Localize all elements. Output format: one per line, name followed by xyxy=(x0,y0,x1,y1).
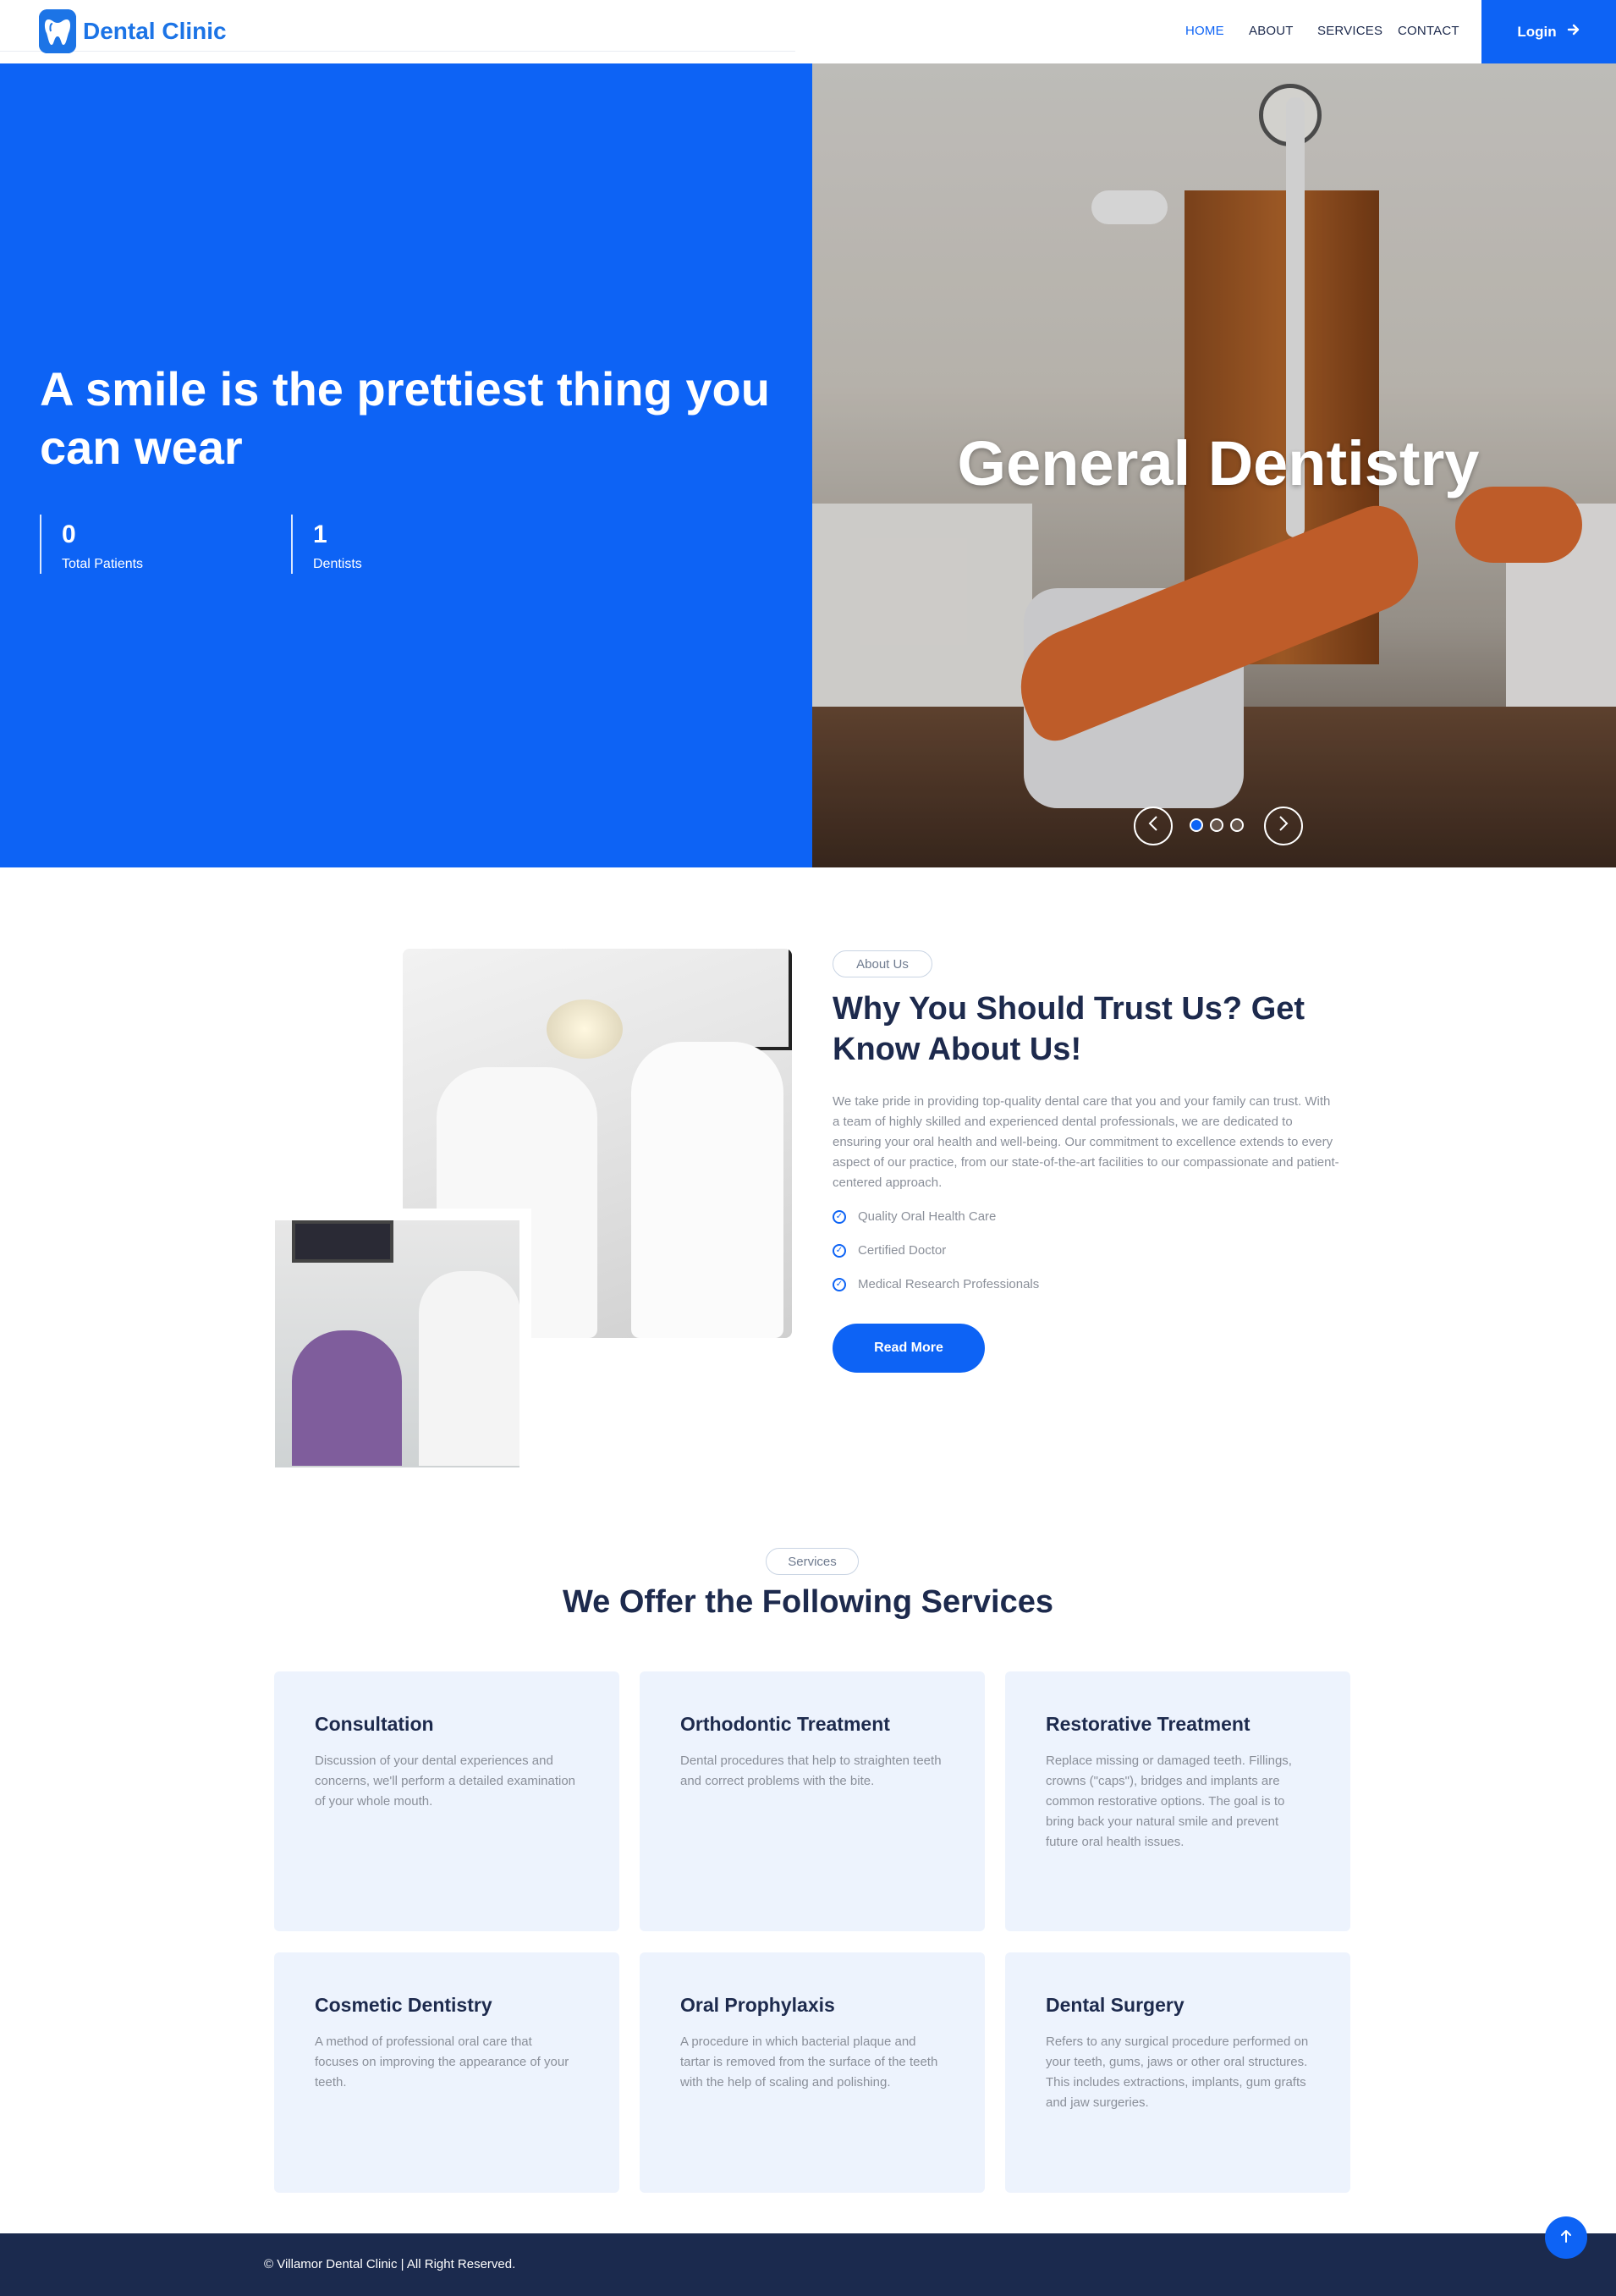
about-title: Why You Should Trust Us? Get Know About … xyxy=(833,991,1305,1067)
service-text: A method of professional oral care that … xyxy=(315,2034,569,2090)
tooth-icon xyxy=(39,9,76,53)
read-more-button[interactable]: Read More xyxy=(833,1324,985,1373)
stat-label: Dentists xyxy=(313,557,362,571)
footer: © Villamor Dental Clinic | All Right Res… xyxy=(0,2233,1616,2296)
service-title: Consultation xyxy=(315,1713,434,1735)
logo[interactable]: Dental Clinic xyxy=(39,9,227,53)
service-card[interactable]: Restorative Treatment Replace missing or… xyxy=(1005,1671,1350,1931)
services-tag: Services xyxy=(766,1548,859,1575)
service-card[interactable]: Orthodontic Treatment Dental procedures … xyxy=(640,1671,985,1931)
login-button[interactable]: Login xyxy=(1481,0,1616,63)
service-text: Discussion of your dental experiences an… xyxy=(315,1754,576,1809)
service-text: Refers to any surgical procedure perform… xyxy=(1046,2034,1309,2110)
stat-total-patients: 0 Total Patients xyxy=(40,515,143,574)
arrow-right-icon xyxy=(1567,23,1580,41)
stat-label: Total Patients xyxy=(62,557,144,571)
services-title: We Offer the Following Services xyxy=(563,1584,1053,1620)
carousel-prev-button[interactable] xyxy=(1134,807,1173,845)
carousel-next-button[interactable] xyxy=(1264,807,1303,845)
about-description: We take pride in providing top-quality d… xyxy=(833,1094,1339,1190)
hero-panel: A smile is the prettiest thing you can w… xyxy=(0,63,812,867)
service-title: Restorative Treatment xyxy=(1046,1713,1250,1735)
xray-consult-photo xyxy=(267,1209,531,1467)
stat-value: 1 xyxy=(313,520,327,548)
hero-headline: A smile is the prettiest thing you can w… xyxy=(40,362,770,474)
stat-value: 0 xyxy=(62,520,76,548)
check-item: ✓ Certified Doctor xyxy=(833,1243,946,1258)
service-title: Cosmetic Dentistry xyxy=(315,1994,492,2016)
service-text: Replace missing or damaged teeth. Fillin… xyxy=(1046,1754,1292,1849)
back-to-top-button[interactable] xyxy=(1545,2216,1587,2259)
login-label: Login xyxy=(1517,23,1557,40)
carousel-dot-3[interactable] xyxy=(1230,818,1244,832)
slide-title: General Dentistry xyxy=(957,428,1480,498)
carousel-dot-1[interactable] xyxy=(1190,818,1203,832)
carousel-dot-2[interactable] xyxy=(1210,818,1223,832)
service-card[interactable]: Consultation Discussion of your dental e… xyxy=(274,1671,619,1931)
check-item: ✓ Medical Research Professionals xyxy=(833,1277,1039,1291)
hero-carousel: General Dentistry xyxy=(812,63,1616,867)
service-title: Oral Prophylaxis xyxy=(680,1994,835,2016)
check-item: ✓ Quality Oral Health Care xyxy=(833,1209,996,1224)
chevron-left-icon xyxy=(1147,815,1159,837)
nav-about[interactable]: ABOUT xyxy=(1249,24,1294,38)
copyright: © Villamor Dental Clinic | All Right Res… xyxy=(264,2257,516,2271)
stat-dentists: 1 Dentists xyxy=(291,515,362,574)
nav-services[interactable]: SERVICES xyxy=(1317,24,1382,38)
check-circle-icon: ✓ xyxy=(833,1243,846,1258)
nav-home[interactable]: HOME xyxy=(1185,24,1224,38)
arrow-up-icon xyxy=(1559,2227,1573,2249)
service-title: Orthodontic Treatment xyxy=(680,1713,890,1735)
nav-contact[interactable]: CONTACT xyxy=(1398,24,1459,38)
about-tag: About Us xyxy=(833,950,932,977)
service-card[interactable]: Dental Surgery Refers to any surgical pr… xyxy=(1005,1952,1350,2193)
navbar: Dental Clinic HOME ABOUT SERVICES CONTAC… xyxy=(0,0,1616,63)
service-card[interactable]: Oral Prophylaxis A procedure in which ba… xyxy=(640,1952,985,2193)
service-title: Dental Surgery xyxy=(1046,1994,1185,2016)
service-text: Dental procedures that help to straighte… xyxy=(680,1754,942,1788)
brand-name: Dental Clinic xyxy=(83,18,227,44)
check-circle-icon: ✓ xyxy=(833,1209,846,1224)
check-circle-icon: ✓ xyxy=(833,1277,846,1291)
service-text: A procedure in which bacterial plaque an… xyxy=(680,2034,938,2090)
chevron-right-icon xyxy=(1278,815,1289,837)
service-card[interactable]: Cosmetic Dentistry A method of professio… xyxy=(274,1952,619,2193)
